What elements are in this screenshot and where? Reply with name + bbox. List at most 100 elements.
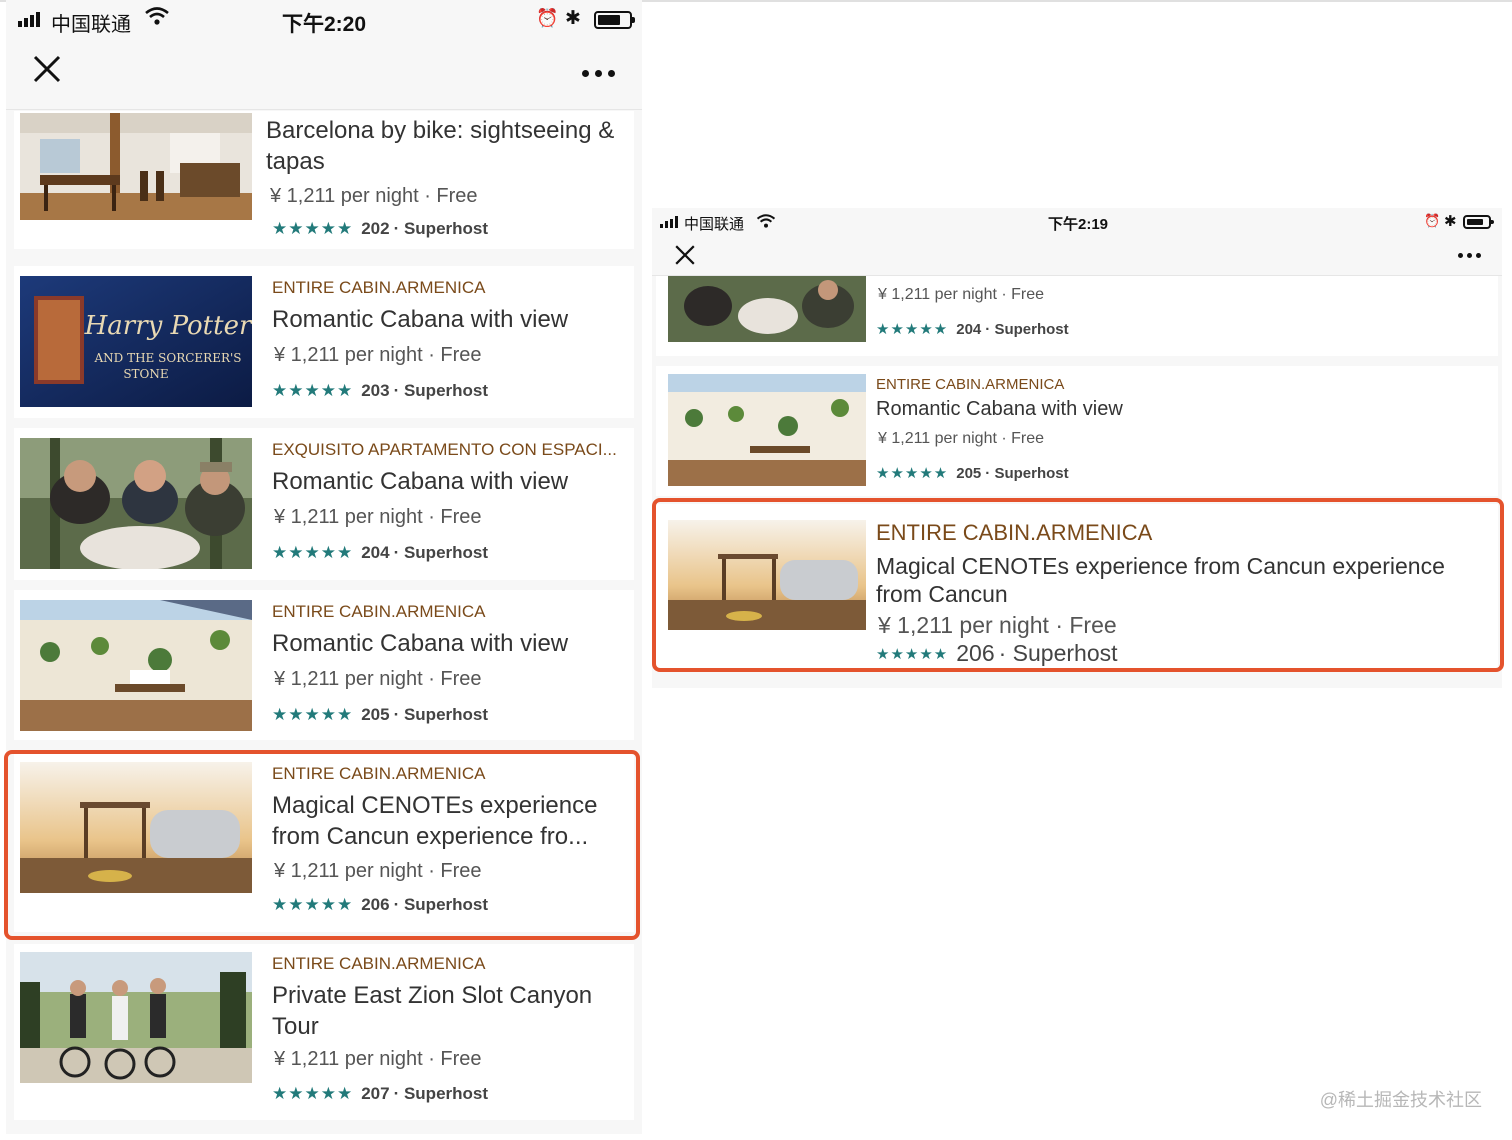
list-item[interactable]: Harry Potter AND THE SORCERER'S STONE EN… [14,266,634,418]
superhost-label: · Superhost [985,464,1069,482]
superhost-label: · Superhost [985,320,1069,338]
signal-icon [18,11,40,27]
listing-category: ENTIRE CABIN.ARMENICA [876,376,1065,393]
nav-bar [652,236,1502,276]
watermark: @稀土掘金技术社区 [1319,1090,1482,1110]
listing-photo [20,600,252,731]
review-count: 206 [956,640,995,666]
superhost-label: · Superhost [393,219,489,238]
wifi-icon [756,213,776,233]
listing-price: ¥ 1,211 per night · Free [274,860,482,882]
superhost-label: · Superhost [393,543,489,562]
star-rating-icon: ★★★★★ [876,465,949,482]
listing-price: ¥ 1,211 per night · Free [878,286,1045,303]
star-rating-icon: ★★★★★ [876,321,949,338]
listing-title: Romantic Cabana with view [272,630,569,657]
superhost-label: · Superhost [393,705,489,724]
close-icon[interactable] [674,244,696,270]
star-rating-icon: ★★★★★ [272,219,354,238]
list-item[interactable]: ENTIRE CABIN.ARMENICA Romantic Cabana wi… [14,590,634,740]
star-rating-icon: ★★★★★ [272,381,354,400]
list-item[interactable]: ENTIRE CABIN.ARMENICA Magical CENOTEs ex… [656,504,1498,672]
svg-text:STONE: STONE [123,367,168,381]
listing-rating: ★★★★★ 203 · Superhost [272,381,488,401]
listing-category: ENTIRE CABIN.ARMENICA [272,954,486,973]
listing-title: Romantic Cabana with view [272,468,569,495]
listing-price: ¥ 1,211 per night · Free [274,668,482,690]
more-options-icon[interactable] [582,70,615,77]
signal-icon [660,216,678,228]
listing-photo [668,276,866,342]
nav-bar [6,40,642,110]
superhost-label: · Superhost [393,1084,489,1103]
svg-text:AND THE SORCERER'S: AND THE SORCERER'S [93,351,241,365]
listing-title: Private East Zion Slot Canyon Tour [272,982,593,1040]
phone-screenshot-left: 中国联通 下午2:20 ⏰ ✱ Barcelona by bike: sight… [6,0,642,1134]
list-item[interactable]: Barcelona by bike: sightseeing & tapas ¥… [14,111,634,249]
review-count: 207 [361,1084,390,1103]
more-options-icon[interactable] [1458,253,1481,258]
listing-price: ¥ 1,211 per night · Free [274,1048,482,1070]
superhost-label: · Superhost [998,640,1118,666]
listing-rating: ★★★★★ 206 · Superhost [272,895,488,915]
listing-rating: ★★★★★ 205 · Superhost [876,464,1069,483]
star-rating-icon: ★★★★★ [876,645,949,663]
review-count: 206 [361,895,390,914]
listing-price: ¥ 1,211 per night · Free [878,430,1045,447]
carrier-label: 中国联通 [684,216,745,233]
status-bar: 中国联通 下午2:20 ⏰ ✱ [6,0,642,40]
list-item[interactable]: ENTIRE CABIN.ARMENICA Romantic Cabana wi… [656,366,1498,496]
listing-price: ¥ 1,211 per night · Free [878,612,1117,638]
status-bar: 中国联通 下午2:19 ⏰ ✱ [652,208,1502,236]
listing-rating: ★★★★★ 204 · Superhost [272,543,488,563]
listing-photo [20,952,252,1083]
review-count: 205 [361,705,390,724]
listing-rating: ★★★★★ 202 · Superhost [272,219,488,239]
list-item[interactable]: ¥ 1,211 per night · Free ★★★★★ 204 · Sup… [656,276,1498,356]
listing-photo: Harry Potter AND THE SORCERER'S STONE [20,276,252,407]
listing-rating: ★★★★★ 204 · Superhost [876,320,1069,339]
listing-rating: ★★★★★ 207 · Superhost [272,1084,488,1104]
bluetooth-icon: ✱ [565,8,581,29]
review-count: 202 [361,219,390,238]
list-item[interactable]: EXQUISITO APARTAMENTO CON ESPACI... Roma… [14,428,634,580]
listing-photo [20,762,252,893]
star-rating-icon: ★★★★★ [272,705,354,724]
listing-rating: ★★★★★ 205 · Superhost [272,705,488,725]
clock-time: 下午2:19 [1048,216,1109,233]
carrier-label: 中国联通 [51,14,131,36]
listing-category: ENTIRE CABIN.ARMENICA [272,602,486,621]
phone-screenshot-right: 中国联通 下午2:19 ⏰ ✱ ¥ 1,211 per night · Free… [652,208,1502,688]
listing-price: ¥ 1,211 per night · Free [274,344,482,366]
listing-category: ENTIRE CABIN.ARMENICA [876,520,1153,545]
listing-rating: ★★★★★ 206 · Superhost [876,640,1118,667]
list-item[interactable]: ENTIRE CABIN.ARMENICA Magical CENOTEs ex… [14,752,634,932]
listing-photo [20,438,252,569]
alarm-icon: ⏰ [536,8,559,28]
close-icon[interactable] [32,54,62,88]
superhost-label: · Superhost [393,381,489,400]
list-item[interactable]: ENTIRE CABIN.ARMENICA Private East Zion … [14,944,634,1120]
battery-icon [1463,215,1494,229]
listing-title: Barcelona by bike: sightseeing & tapas [266,117,615,175]
review-count: 204 [956,320,982,338]
svg-text:Harry Potter: Harry Potter [84,311,252,341]
listing-title: Romantic Cabana with view [876,398,1123,420]
listing-photo [20,113,252,220]
review-count: 204 [361,543,390,562]
alarm-icon: ⏰ [1424,213,1441,228]
star-rating-icon: ★★★★★ [272,895,354,914]
superhost-label: · Superhost [393,895,489,914]
listing-price: ¥ 1,211 per night · Free [270,185,478,207]
listing-photo [668,520,866,630]
listing-photo [668,374,866,486]
listing-title: Magical CENOTEs experience from Cancun e… [876,553,1445,607]
listing-category: ENTIRE CABIN.ARMENICA [272,764,486,783]
battery-icon [594,11,635,29]
bluetooth-icon: ✱ [1444,213,1457,230]
star-rating-icon: ★★★★★ [272,543,354,562]
listing-title: Romantic Cabana with view [272,306,569,333]
review-count: 205 [956,464,982,482]
listing-title: Magical CENOTEs experience from Cancun e… [272,792,598,850]
star-rating-icon: ★★★★★ [272,1084,354,1103]
